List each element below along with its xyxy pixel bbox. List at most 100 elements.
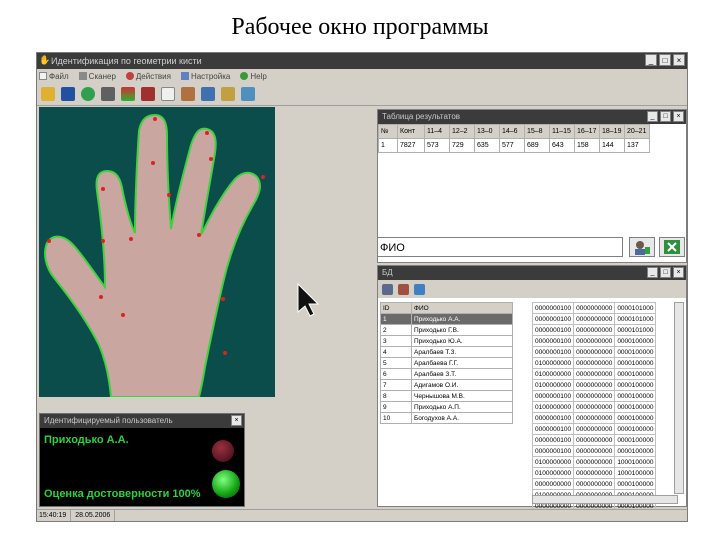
results-cell: 729 <box>449 138 475 153</box>
fingerprint-icon[interactable] <box>141 87 155 101</box>
code-row[interactable]: 0100000000 0000000000 1000100000 <box>531 467 657 479</box>
code-cell: 0100000000 <box>531 467 575 479</box>
results-col-header[interactable]: 20–21 <box>624 124 650 139</box>
table-row[interactable]: 9 Приходько А.П. <box>380 401 513 413</box>
minimize-button[interactable]: _ <box>645 54 657 66</box>
code-row[interactable]: 010000000000000000000000100000 <box>531 357 657 369</box>
db-refresh-icon[interactable] <box>414 283 425 295</box>
code-row[interactable]: 010000000000000000000000100000 <box>531 379 657 391</box>
export-icon[interactable] <box>241 87 255 101</box>
open-folder-icon[interactable] <box>41 87 55 101</box>
confidence-score: Оценка достоверности 100% <box>44 488 201 500</box>
save-icon[interactable] <box>61 87 75 101</box>
results-col-header[interactable]: 16–17 <box>574 124 600 139</box>
db-fio-cell: Аралбаев З.Т. <box>411 368 513 380</box>
code-row[interactable]: 0000000100 0000000000 0000101000 <box>531 324 657 336</box>
db-close-button[interactable]: × <box>673 267 684 278</box>
identified-user-titlebar[interactable]: Идентифицируемый пользователь × <box>40 414 244 428</box>
menu-actions[interactable]: Действия <box>125 72 171 81</box>
results-col-header[interactable]: № <box>378 124 398 139</box>
menu-file[interactable]: Файл <box>39 72 69 81</box>
table-row[interactable]: 3 Приходько Ю.А. <box>380 335 513 347</box>
menu-scanner[interactable]: Сканер <box>78 72 116 81</box>
results-col-header[interactable]: 11–15 <box>549 124 575 139</box>
code-row[interactable]: 0000000100 0000000000 0000100000 <box>531 335 657 347</box>
db-id-cell: 4 <box>380 346 412 358</box>
code-cell: 0000000100 <box>531 445 575 457</box>
code-row[interactable]: 0000000100 0000000000 0000100000 <box>531 390 657 402</box>
app-titlebar[interactable]: ✋ Идентификация по геометрии кисти _ □ × <box>37 53 687 69</box>
user-lookup-button[interactable] <box>629 237 655 257</box>
table-row[interactable]: 5 Аралбаева Г.Г. <box>380 357 513 369</box>
table-row[interactable]: 4 Аралбаев Т.З. <box>380 346 513 358</box>
fio-input[interactable]: ФИО <box>377 237 623 257</box>
scan-globe-icon[interactable] <box>81 87 95 101</box>
code-row[interactable]: 0000000100 0000000000 0000100000 <box>531 434 657 446</box>
code-row[interactable]: 0000000100 0000000000 0000100000 <box>531 346 657 358</box>
excel-export-button[interactable] <box>659 237 685 257</box>
db-grid-icon[interactable] <box>382 283 393 295</box>
db-col-fio[interactable]: ФИО <box>411 302 513 314</box>
tools-icon[interactable] <box>221 87 235 101</box>
menu-settings[interactable]: Настройка <box>180 72 230 81</box>
code-cell: 0000000000 <box>573 467 616 479</box>
code-row[interactable]: 010000000000000000000000100000 <box>531 401 657 413</box>
db-col-id[interactable]: ID <box>380 302 412 314</box>
close-button[interactable]: × <box>673 54 685 66</box>
code-cell: 0000000000 <box>573 379 616 391</box>
database-toolbar <box>378 280 686 298</box>
results-maximize-button[interactable]: □ <box>660 111 671 122</box>
db-fio-cell: Приходько Г.В. <box>411 324 513 336</box>
results-title: Таблица результатов <box>382 112 461 121</box>
code-row[interactable]: 0000000100 0000000000 0000100000 <box>531 412 657 424</box>
results-close-button[interactable]: × <box>673 111 684 122</box>
traffic-light-icon[interactable] <box>121 87 135 101</box>
db-fio-cell: Чернышова М.В. <box>411 390 513 402</box>
db-minimize-button[interactable]: _ <box>647 267 658 278</box>
table-row[interactable]: 7 Адигамов О.И. <box>380 379 513 391</box>
identified-close-button[interactable]: × <box>231 415 242 426</box>
table-row[interactable]: 2 Приходько Г.В. <box>380 324 513 336</box>
results-col-header[interactable]: 13–0 <box>474 124 500 139</box>
results-col-header[interactable]: 18–19 <box>599 124 625 139</box>
table-row[interactable]: 1 Приходько А.А. <box>380 313 513 325</box>
results-col-header[interactable]: Конт <box>397 124 425 139</box>
code-row[interactable]: 0100000000 0000000000 1000100000 <box>531 456 657 468</box>
results-cell: 7827 <box>397 138 425 153</box>
db-horizontal-scrollbar[interactable] <box>532 495 678 504</box>
db-maximize-button[interactable]: □ <box>660 267 671 278</box>
results-col-header[interactable]: 15–8 <box>524 124 550 139</box>
menu-help[interactable]: Help <box>240 72 267 81</box>
code-cell: 0000000000 <box>573 478 616 490</box>
table-row[interactable]: 6 Аралбаев З.Т. <box>380 368 513 380</box>
results-col-header[interactable]: 14–6 <box>499 124 525 139</box>
code-row[interactable]: 0000000100 0000000000 0000101000 <box>531 313 657 325</box>
code-row[interactable]: 010000000000000000000000100000 <box>531 368 657 380</box>
results-col-header[interactable]: 11–4 <box>424 124 450 139</box>
table-row[interactable]: 1 7827 573 729 635 577 689 643 158 144 1… <box>378 138 650 153</box>
forward-icon[interactable] <box>101 87 115 101</box>
results-col-header[interactable]: 12–2 <box>449 124 475 139</box>
db-user-icon[interactable] <box>398 283 409 295</box>
landmark-point <box>151 161 155 165</box>
database-titlebar[interactable]: БД _ □ × <box>378 266 686 280</box>
hand-contour-image <box>44 113 265 397</box>
code-cell: 0000000000 <box>573 302 616 314</box>
database-icon[interactable] <box>201 87 215 101</box>
results-minimize-button[interactable]: _ <box>647 111 658 122</box>
results-cell: 643 <box>549 138 575 153</box>
maximize-button[interactable]: □ <box>659 54 671 66</box>
code-row[interactable]: 0000000100 0000000000 0000100000 <box>531 445 657 457</box>
landmark-point <box>205 131 209 135</box>
code-row[interactable]: 0000000000 0000000000 0000100000 <box>531 478 657 490</box>
code-row[interactable]: 0000000100 0000000000 0000100000 <box>531 423 657 435</box>
db-vertical-scrollbar[interactable] <box>674 302 684 494</box>
table-row[interactable]: 10 Богодухов А.А. <box>380 412 513 424</box>
results-cell: 1 <box>378 138 398 153</box>
code-row[interactable]: 0000000100 0000000000 0000101000 <box>531 302 657 314</box>
results-titlebar[interactable]: Таблица результатов _ □ × <box>378 110 686 124</box>
code-cell: 0100000000 <box>531 368 575 380</box>
window-icon[interactable] <box>161 87 175 101</box>
table-row[interactable]: 8 Чернышова М.В. <box>380 390 513 402</box>
users-icon[interactable] <box>181 87 195 101</box>
